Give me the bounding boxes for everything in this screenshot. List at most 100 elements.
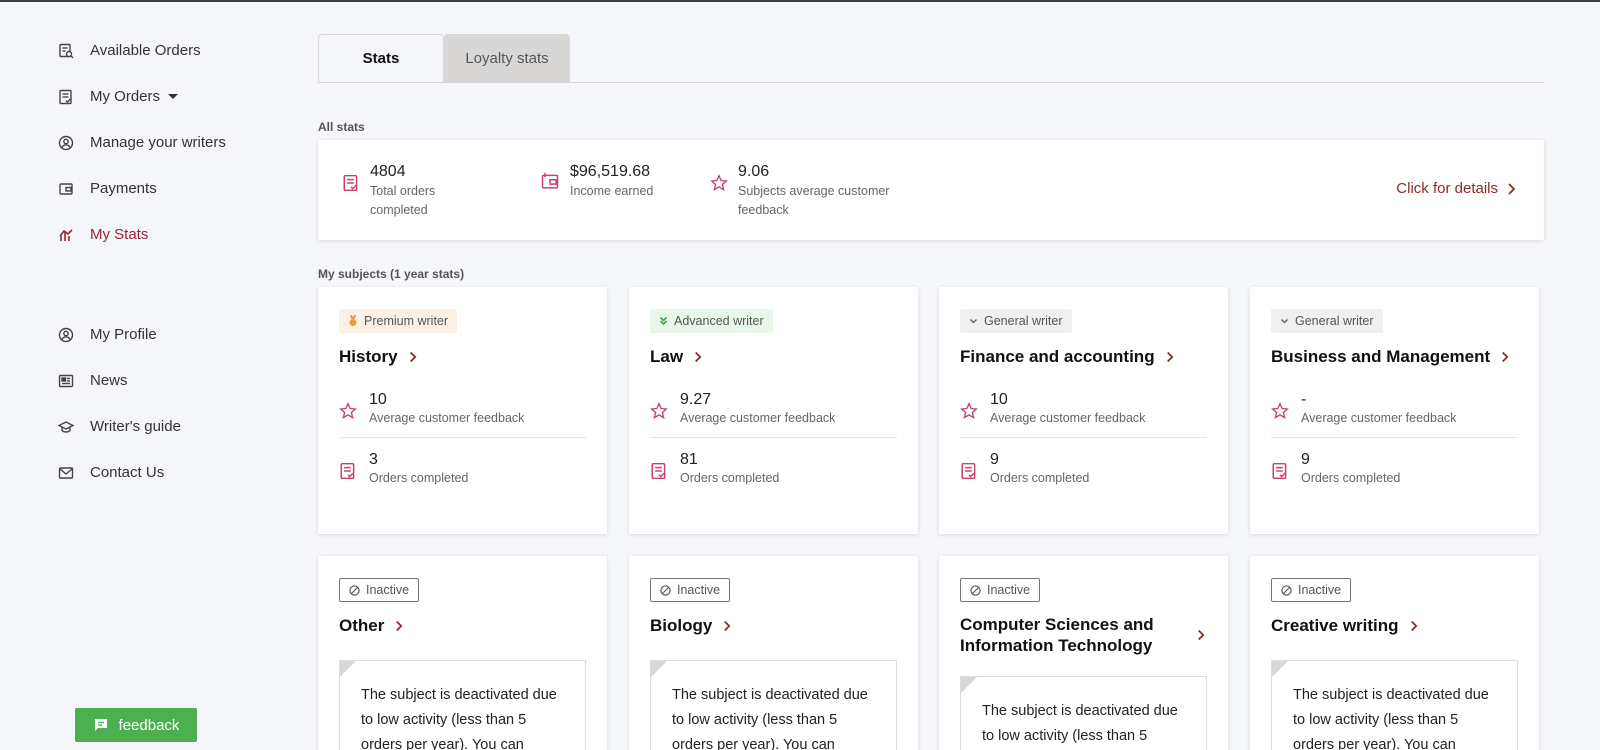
badge-label: Inactive	[366, 583, 410, 597]
subject-title: Computer Sciences and Information Techno…	[960, 615, 1154, 655]
premium-writer-badge: Premium writer	[339, 309, 458, 333]
subject-title-link[interactable]: History	[339, 347, 586, 367]
subject-title-link[interactable]: Computer Sciences and Information Techno…	[960, 614, 1207, 656]
sidebar-item-contact-us[interactable]: Contact Us	[58, 464, 164, 481]
details-link-label: Click for details	[1396, 180, 1498, 197]
sidebar-item-news[interactable]: News	[58, 372, 128, 389]
notice-text: The subject is deactivated due to low ac…	[672, 687, 868, 750]
caret-down-icon	[168, 94, 179, 99]
subject-title: Other	[339, 616, 385, 635]
orders-label: Orders completed	[369, 471, 469, 485]
orders-value: 9	[990, 451, 999, 468]
sidebar-item-label: Contact Us	[90, 464, 165, 481]
sidebar-item-my-orders[interactable]: My Orders	[58, 88, 179, 105]
divider	[960, 437, 1207, 438]
general-writer-badge: General writer	[1271, 309, 1383, 333]
total-orders-label: Total orders completed	[370, 184, 436, 217]
subject-title-link[interactable]: Biology	[650, 616, 897, 636]
notice-text: The subject is deactivated due to low ac…	[1293, 687, 1489, 750]
star-icon	[960, 402, 978, 420]
subject-title: Creative writing	[1271, 616, 1399, 635]
sidebar-item-available-orders[interactable]: Available Orders	[58, 42, 201, 59]
sidebar-item-label: Available Orders	[90, 42, 201, 59]
feedback-value: 9.27	[680, 391, 712, 408]
subject-title-link[interactable]: Law	[650, 347, 897, 367]
deactivation-notice: The subject is deactivated due to low ac…	[960, 676, 1207, 750]
click-for-details-link[interactable]: Click for details	[1396, 180, 1516, 197]
subject-title-link[interactable]: Business and Management	[1271, 347, 1518, 367]
feedback-button[interactable]: feedback	[75, 708, 197, 742]
feedback-metric: 10 Average customer feedback	[339, 390, 586, 427]
orders-metric: 9 Orders completed	[1271, 450, 1518, 487]
star-icon	[339, 402, 357, 420]
deactivation-notice: The subject is deactivated due to low ac…	[339, 660, 586, 750]
income-label: Income earned	[570, 184, 654, 198]
sidebar-item-writers-guide[interactable]: Writer's guide	[58, 418, 181, 435]
inactive-badge: Inactive	[1271, 578, 1352, 602]
subject-title: Biology	[650, 616, 713, 635]
subject-card-law: Advanced writer Law 9.27 Average customer…	[629, 287, 918, 534]
wallet-icon	[58, 181, 74, 197]
badge-label: General writer	[1295, 314, 1374, 328]
sidebar-item-manage-writers[interactable]: Manage your writers	[58, 134, 226, 151]
orders-metric: 81 Orders completed	[650, 450, 897, 487]
orders-completed-icon	[342, 174, 360, 192]
profile-icon	[58, 327, 74, 343]
graduation-cap-icon	[58, 419, 74, 435]
sidebar-item-label: Manage your writers	[90, 134, 226, 151]
news-icon	[58, 373, 74, 389]
notice-corner	[340, 661, 356, 677]
badge-label: General writer	[984, 314, 1063, 328]
sidebar-item-my-stats[interactable]: My Stats	[58, 226, 148, 243]
subject-title-link[interactable]: Finance and accounting	[960, 347, 1207, 367]
feedback-metric: 9.27 Average customer feedback	[650, 390, 897, 427]
sidebar-item-my-profile[interactable]: My Profile	[58, 326, 157, 343]
chevron-right-icon	[394, 619, 403, 633]
all-stats-card: 4804 Total orders completed $96,519.68 I…	[318, 140, 1544, 240]
star-icon	[1271, 402, 1289, 420]
chevron-right-icon	[1506, 182, 1516, 196]
chevron-right-icon	[722, 619, 731, 633]
chevron-right-icon	[693, 350, 702, 364]
notice-text: The subject is deactivated due to low ac…	[361, 687, 557, 750]
chevron-down-icon	[969, 318, 978, 324]
subject-card-other: Inactive Other The subject is deactivate…	[318, 556, 607, 750]
stats-tabs: Stats Loyalty stats	[318, 34, 1544, 83]
badge-label: Premium writer	[364, 314, 449, 328]
inactive-badge: Inactive	[960, 578, 1041, 602]
double-chevron-up-icon	[659, 316, 668, 326]
badge-label: Inactive	[987, 583, 1031, 597]
feedback-label: Average customer feedback	[1301, 411, 1457, 425]
sidebar-item-label: Writer's guide	[90, 418, 181, 435]
subject-title: History	[339, 347, 398, 366]
tab-stats[interactable]: Stats	[318, 34, 444, 82]
subject-card-biology: Inactive Biology The subject is deactiva…	[629, 556, 918, 750]
divider	[339, 437, 586, 438]
chevron-down-icon	[1280, 318, 1289, 324]
orders-value: 3	[369, 451, 378, 468]
subject-card-finance: General writer Finance and accounting 10…	[939, 287, 1228, 534]
feedback-label: Average customer feedback	[680, 411, 836, 425]
orders-label: Orders completed	[1301, 471, 1401, 485]
feedback-value: 9.06	[738, 163, 770, 180]
sidebar-item-payments[interactable]: Payments	[58, 180, 157, 197]
chevron-right-icon	[408, 350, 417, 364]
chevron-right-icon	[1409, 619, 1418, 633]
medal-icon	[348, 315, 358, 327]
orders-completed-icon	[1271, 462, 1289, 480]
stat-feedback: 9.06 Subjects average customer feedback	[710, 162, 930, 220]
tab-loyalty-stats[interactable]: Loyalty stats	[444, 34, 570, 82]
subject-title-link[interactable]: Creative writing	[1271, 616, 1518, 636]
notice-corner	[961, 677, 977, 693]
divider	[1271, 437, 1518, 438]
chevron-right-icon	[1196, 628, 1205, 642]
subject-card-creative-writing: Inactive Creative writing The subject is…	[1250, 556, 1539, 750]
orders-metric: 9 Orders completed	[960, 450, 1207, 487]
inactive-badge: Inactive	[339, 578, 420, 602]
subject-title-link[interactable]: Other	[339, 616, 586, 636]
badge-label: Inactive	[677, 583, 721, 597]
sidebar-item-label: My Orders	[90, 88, 161, 105]
subject-card-history: Premium writer History 10 Average custome…	[318, 287, 607, 534]
feedback-label: Subjects average customer feedback	[738, 184, 890, 217]
star-icon	[650, 402, 668, 420]
